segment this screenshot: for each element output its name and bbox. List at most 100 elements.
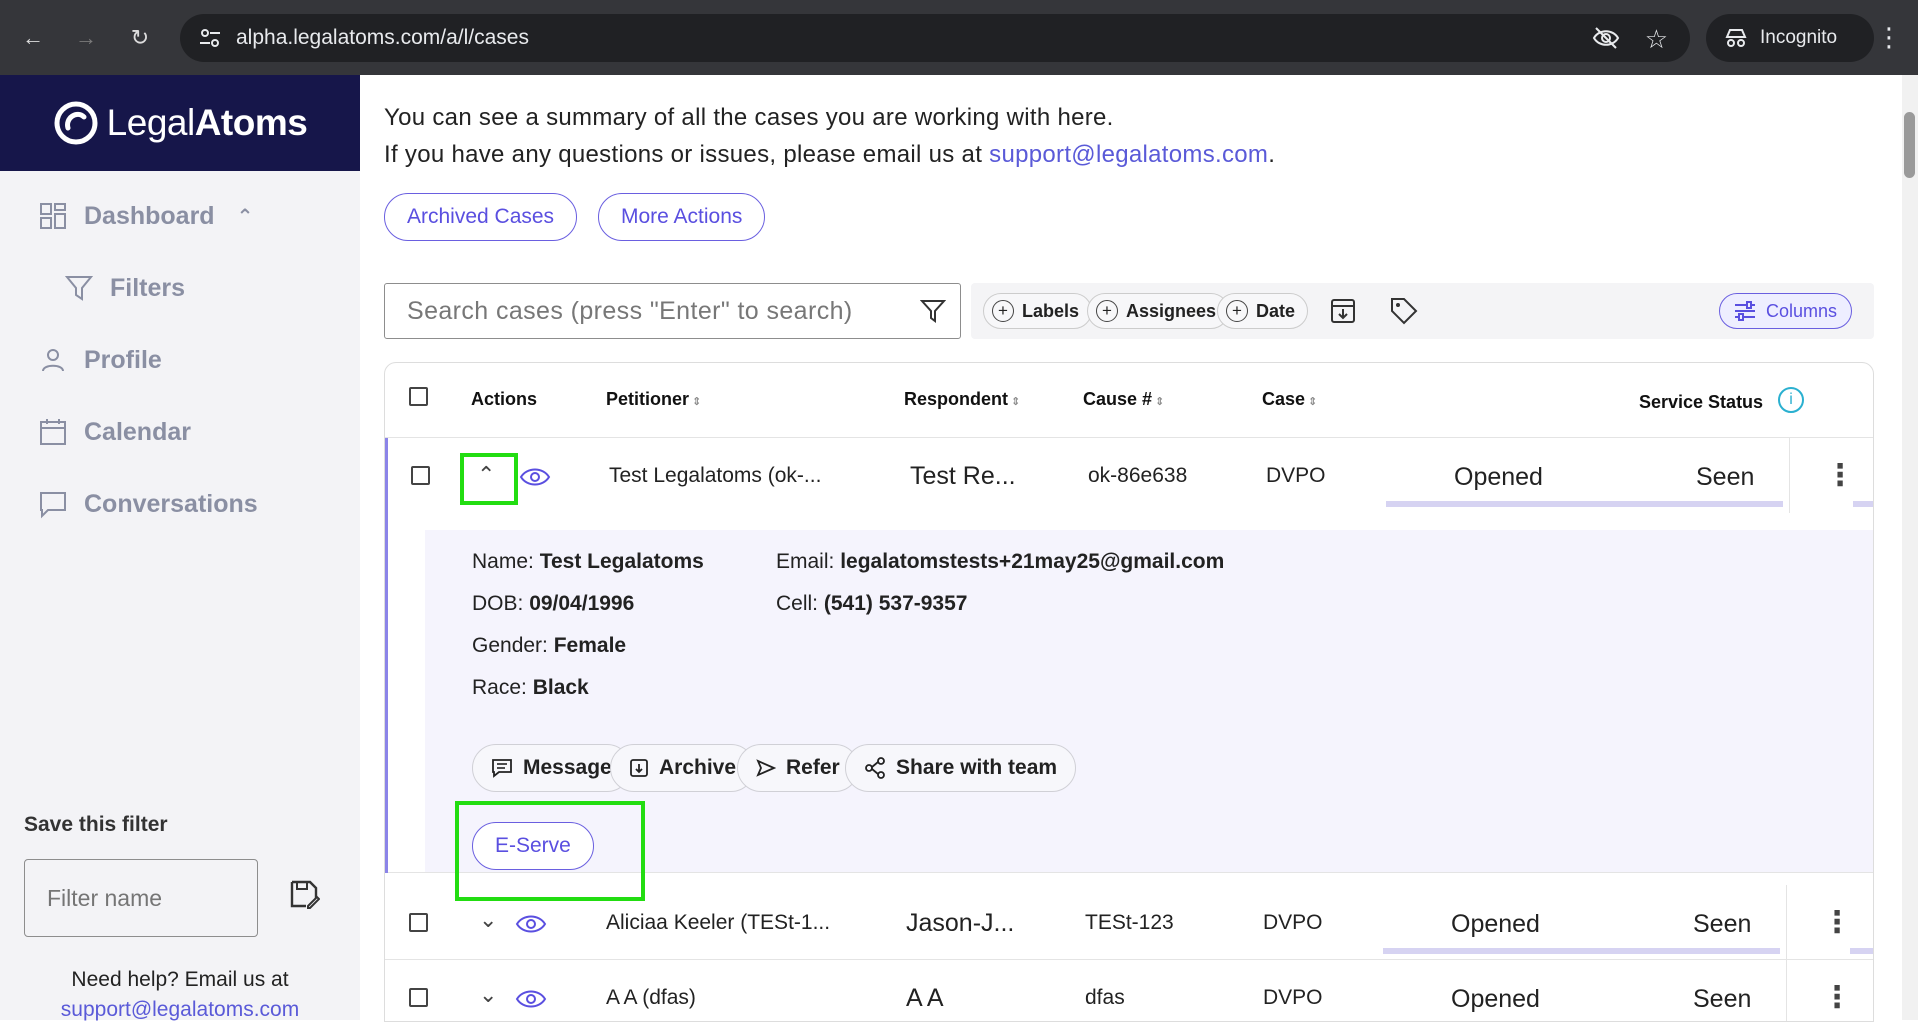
- dashboard-icon: [40, 203, 66, 229]
- scrollbar-thumb[interactable]: [1904, 112, 1915, 178]
- sidebar-item-conversations[interactable]: Conversations: [38, 489, 258, 519]
- incognito-indicator[interactable]: Incognito: [1706, 14, 1874, 62]
- archive-button[interactable]: Archive: [610, 744, 756, 792]
- sort-icon[interactable]: ⇕: [1155, 396, 1164, 408]
- more-actions-button[interactable]: More Actions: [598, 193, 766, 241]
- case-type-cell: DVPO: [1263, 986, 1323, 1009]
- column-divider: [1789, 438, 1790, 513]
- search-cases-input[interactable]: Search cases (press "Enter" to search): [384, 283, 961, 339]
- support-email-link[interactable]: support@legalatoms.com: [989, 141, 1268, 168]
- header-case[interactable]: Case ⇕: [1262, 389, 1317, 410]
- eye-icon[interactable]: [515, 988, 547, 1010]
- petitioner-cell[interactable]: Aliciaa Keeler (TESt-1...: [606, 911, 830, 935]
- reload-icon[interactable]: ↻: [124, 22, 156, 54]
- message-button[interactable]: Message: [472, 744, 631, 792]
- logo[interactable]: LegalAtoms: [0, 75, 360, 171]
- logo-text: LegalAtoms: [106, 102, 308, 143]
- table-row: ⌃ Test Legalatoms (ok-... Test Re... ok-…: [385, 438, 1873, 901]
- send-icon: [756, 759, 776, 777]
- address-bar[interactable]: alpha.legalatoms.com/a/l/cases ☆: [180, 14, 1690, 62]
- header-service-status: Service Status: [1639, 392, 1764, 412]
- plus-circle-icon: +: [1226, 300, 1248, 322]
- status-opened: Opened: [1454, 463, 1543, 491]
- respondent-cell[interactable]: A A: [906, 984, 944, 1013]
- calendar-icon: [40, 419, 66, 445]
- header-cause[interactable]: Cause # ⇕: [1083, 389, 1164, 410]
- date-chip[interactable]: + Date: [1217, 293, 1309, 329]
- row-checkbox[interactable]: [409, 988, 428, 1007]
- columns-button[interactable]: Columns: [1718, 293, 1852, 329]
- detail-race: Race: Black: [472, 676, 589, 699]
- sort-icon[interactable]: ⇕: [692, 396, 701, 408]
- archived-cases-button[interactable]: Archived Cases: [384, 193, 578, 241]
- plus-circle-icon: +: [1096, 300, 1118, 322]
- status-seen: Seen: [1696, 463, 1755, 491]
- intro-line-1: You can see a summary of all the cases y…: [384, 104, 1114, 131]
- eye-icon[interactable]: [519, 466, 551, 488]
- sort-icon[interactable]: ⇕: [1011, 396, 1020, 408]
- assignees-chip[interactable]: + Assignees: [1087, 293, 1230, 329]
- page-scrollbar[interactable]: [1902, 75, 1918, 1020]
- cause-cell: ok-86e638: [1088, 464, 1188, 487]
- respondent-cell[interactable]: Test Re...: [910, 462, 1016, 491]
- petitioner-cell[interactable]: Test Legalatoms (ok-...: [609, 464, 821, 488]
- case-type-cell: DVPO: [1266, 464, 1326, 487]
- help-text: Need help? Email us at support@legalatom…: [0, 965, 360, 1025]
- cases-table: Actions Petitioner ⇕ Respondent ⇕ Cause # ⇕…: [384, 362, 1874, 1022]
- save-filter-icon[interactable]: [288, 878, 320, 910]
- tag-icon[interactable]: [1389, 296, 1419, 326]
- url-text[interactable]: alpha.legalatoms.com/a/l/cases: [236, 26, 529, 50]
- info-icon[interactable]: i: [1778, 387, 1804, 413]
- chevron-up-icon[interactable]: ⌃: [237, 204, 254, 229]
- row-checkbox[interactable]: [411, 466, 430, 485]
- bookmark-star-icon[interactable]: ☆: [1645, 24, 1668, 55]
- row-menu-icon[interactable]: ⋮: [1822, 905, 1852, 940]
- share-with-team-button[interactable]: Share with team: [845, 744, 1077, 792]
- main-content: You can see a summary of all the cases y…: [360, 75, 1902, 1022]
- incognito-label: Incognito: [1760, 27, 1838, 48]
- select-all-checkbox[interactable]: [409, 387, 428, 406]
- e-serve-button[interactable]: E-Serve: [472, 822, 594, 870]
- archive-download-icon[interactable]: [1329, 297, 1357, 325]
- sidebar-item-calendar[interactable]: Calendar: [38, 417, 191, 447]
- case-details-panel: Name: Test Legalatoms DOB: 09/04/1996 Ge…: [425, 530, 1873, 901]
- plus-circle-icon: +: [992, 300, 1014, 322]
- row-menu-icon[interactable]: ⋮: [1825, 458, 1855, 493]
- detail-cell: Cell: (541) 537-9357: [776, 592, 968, 615]
- chat-icon: [40, 492, 66, 519]
- back-icon[interactable]: ←: [17, 22, 49, 54]
- legalatoms-logo-icon: [54, 101, 98, 145]
- sidebar-item-filters[interactable]: Filters: [64, 273, 185, 303]
- filter-chips-row: + Labels + Assignees + Date Columns: [971, 283, 1874, 339]
- chevron-up-icon[interactable]: ⌃: [477, 462, 495, 488]
- eye-off-icon[interactable]: [1592, 26, 1620, 50]
- sort-icon[interactable]: ⇕: [1308, 396, 1317, 408]
- forward-icon[interactable]: →: [70, 22, 102, 54]
- sidebar-item-dashboard[interactable]: Dashboard ⌃: [38, 201, 253, 231]
- table-row: ⌄ A A (dfas) A A dfas DVPO Opened Seen ⋮: [385, 960, 1873, 1021]
- share-icon: [865, 757, 885, 779]
- case-type-cell: DVPO: [1263, 911, 1323, 934]
- site-info-icon[interactable]: [198, 26, 222, 50]
- chevron-down-icon[interactable]: ⌄: [479, 982, 497, 1008]
- sidebar-item-profile[interactable]: Profile: [38, 345, 162, 375]
- eye-icon[interactable]: [515, 913, 547, 935]
- refer-button[interactable]: Refer: [737, 744, 859, 792]
- header-respondent[interactable]: Respondent ⇕: [904, 389, 1020, 410]
- service-progress-bar-tail: [1850, 948, 1873, 954]
- filter-icon[interactable]: [920, 298, 946, 324]
- search-toolbar: Search cases (press "Enter" to search) +…: [384, 283, 1874, 339]
- header-petitioner[interactable]: Petitioner ⇕: [606, 389, 701, 410]
- help-email-link[interactable]: support@legalatoms.com: [61, 998, 299, 1021]
- labels-chip[interactable]: + Labels: [983, 293, 1093, 329]
- sidebar-item-label: Filters: [110, 273, 186, 302]
- chevron-down-icon[interactable]: ⌄: [479, 907, 497, 933]
- row-menu-icon[interactable]: ⋮: [1822, 980, 1852, 1015]
- row-checkbox[interactable]: [409, 913, 428, 932]
- column-divider: [1786, 960, 1787, 1021]
- respondent-cell[interactable]: Jason-J...: [906, 909, 1014, 938]
- filter-name-input[interactable]: [24, 859, 258, 937]
- petitioner-cell[interactable]: A A (dfas): [606, 986, 696, 1010]
- browser-menu-icon[interactable]: ⋮: [1876, 22, 1902, 54]
- cause-cell: TESt-123: [1085, 911, 1174, 934]
